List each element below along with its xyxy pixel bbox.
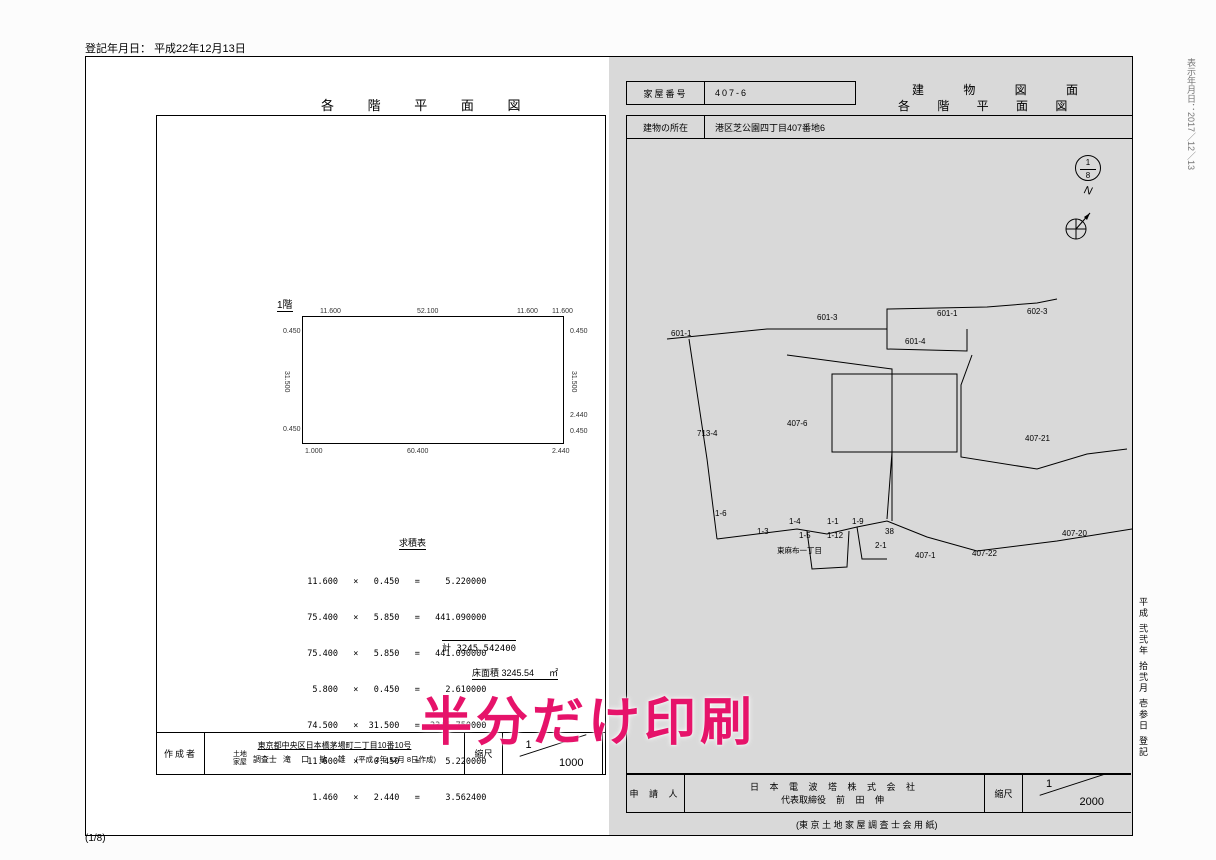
calc-row: 1.460 × 2.440 = 3.562400 xyxy=(297,792,486,804)
calc-row: 11.600 × 0.450 = 5.220000 xyxy=(297,576,486,588)
lot-label: 713-4 xyxy=(697,429,717,438)
scale-value-right: 1 2000 xyxy=(1023,774,1123,812)
floor-area-label: 床面積 xyxy=(472,668,499,678)
lot-label: 1-5 xyxy=(799,531,811,540)
calc-total-label: 計 xyxy=(442,644,451,654)
surveyor-prefix: 土地 家屋 xyxy=(233,751,247,767)
calc-total: 計 3245.542400 xyxy=(442,640,516,654)
location-value: 港区芝公園四丁目407番地6 xyxy=(705,116,1132,138)
scale-label-right: 縮尺 xyxy=(985,774,1023,812)
page-circle-num: 1 xyxy=(1076,157,1100,169)
scale-label-left: 縮尺 xyxy=(465,733,503,774)
lot-label: 1-9 xyxy=(852,517,864,526)
applicant-company: 日 本 電 波 塔 株 式 会 社 xyxy=(750,780,919,793)
dim-right-mid: 31.500 xyxy=(570,371,577,392)
right-column: 建 物 図 面 各 階 平 面 図 家屋番号 407-6 建物の所在 港区芝公園… xyxy=(626,57,1132,835)
side-print-date: 表示年月日：2017／12／13 xyxy=(1185,58,1198,170)
dim-left-bot: 0.450 xyxy=(283,426,301,433)
side-registration-text: 平成 弐弐年 拾弐月 壱参日 登記 xyxy=(1137,597,1150,758)
north-label: N xyxy=(1083,184,1094,198)
right-title-1: 建 物 図 面 xyxy=(912,81,1096,98)
lot-label: 1-4 xyxy=(789,517,801,526)
right-footer: 申 請 人 日 本 電 波 塔 株 式 会 社 代表取締役 前 田 伸 縮尺 1… xyxy=(626,773,1131,813)
lot-label: 407-6 xyxy=(787,419,807,428)
page-number: (1/8) xyxy=(85,833,106,844)
rep-name: 前 田 伸 xyxy=(836,795,888,805)
page-circle: 1 8 xyxy=(1075,155,1101,181)
calc-table: 11.600 × 0.450 = 5.220000 75.400 × 5.850… xyxy=(297,552,486,828)
dim-left-mid: 31.500 xyxy=(283,371,290,392)
applicant-info: 日 本 電 波 塔 株 式 会 社 代表取締役 前 田 伸 xyxy=(685,774,985,812)
dim-bot-right: 2.440 xyxy=(552,448,570,455)
house-number-box: 家屋番号 407-6 xyxy=(626,81,856,105)
lot-label: 601-3 xyxy=(817,313,837,322)
location-label: 建物の所在 xyxy=(627,116,705,138)
floor-label: 1階 xyxy=(277,296,293,312)
lot-label: 407-22 xyxy=(972,549,997,558)
location-box: 建物の所在 港区芝公園四丁目407番地6 xyxy=(626,115,1132,139)
floor-area-unit: ㎡ xyxy=(549,668,558,678)
lot-label: 407-21 xyxy=(1025,434,1050,443)
left-title: 各 階 平 面 図 xyxy=(321,95,535,114)
dim-bot-left: 1.000 xyxy=(305,448,323,455)
author-label: 作成者 xyxy=(157,733,205,774)
surveyor-label: 調査士 xyxy=(253,754,277,765)
dim-bot-main: 60.400 xyxy=(407,448,428,455)
lot-label: 38 xyxy=(885,527,894,536)
reg-date-label: 登記年月日： xyxy=(85,43,151,55)
compass-icon: N xyxy=(1056,209,1096,252)
right-drawing-area: 1 8 N xyxy=(626,139,1131,775)
lot-label: 602-3 xyxy=(1027,307,1047,316)
left-drawing-area: 1階 11.600 52.100 11.600 11.600 0.450 0.4… xyxy=(156,115,606,775)
lot-label: 601-4 xyxy=(905,337,925,346)
area-label: 東麻布一丁目 xyxy=(777,545,822,556)
dim-right-top: 0.450 xyxy=(570,328,588,335)
dim-tr2: 11.600 xyxy=(552,308,573,315)
lot-label: 2-1 xyxy=(875,541,887,550)
left-footer: 作成者 東京都中央区日本橋茅場町二丁目10番10号 土地 家屋 調査士 滝 口 … xyxy=(157,732,605,774)
surveyor-name: 滝 口 敏 雄 xyxy=(283,754,350,765)
lot-map xyxy=(627,259,1132,759)
dim-top-right: 52.100 xyxy=(417,308,438,315)
dim-right-bot2: 0.450 xyxy=(570,428,588,435)
calc-row: 5.800 × 0.450 = 2.610000 xyxy=(297,684,486,696)
lot-label: 1-12 xyxy=(827,531,843,540)
house-number-value: 407-6 xyxy=(705,82,855,104)
floor-area-value: 3245.54 xyxy=(502,668,535,678)
lot-label: 407-20 xyxy=(1062,529,1087,538)
reg-date-value: 平成22年12月13日 xyxy=(154,43,246,55)
dim-top-left: 11.600 xyxy=(320,308,341,315)
lot-label: 1-6 xyxy=(715,509,727,518)
dim-left-top: 0.450 xyxy=(283,328,301,335)
author-address: 東京都中央区日本橋茅場町二丁目10番10号 xyxy=(258,740,412,751)
lot-label: 1-3 xyxy=(757,527,769,536)
rep-title: 代表取締役 xyxy=(781,795,826,805)
created-date: (平成 2年 12月 8日作成) xyxy=(356,754,436,765)
page-circle-den: 8 xyxy=(1076,170,1100,182)
floor-area: 床面積 3245.54 ㎡ xyxy=(472,666,558,680)
lot-label: 601-1 xyxy=(937,309,957,318)
lot-label: 407-1 xyxy=(915,551,935,560)
right-title-2: 各 階 平 面 図 xyxy=(898,97,1079,114)
house-number-label: 家屋番号 xyxy=(627,82,705,104)
dim-tr1: 11.600 xyxy=(517,308,538,315)
lot-label: 1-1 xyxy=(827,517,839,526)
floor-plan-rect xyxy=(302,316,564,444)
applicant-label: 申 請 人 xyxy=(627,774,685,812)
calc-row: 75.400 × 5.850 = 441.090000 xyxy=(297,612,486,624)
dim-right-bot1: 2.440 xyxy=(570,412,588,419)
scale-num: 1 xyxy=(526,739,532,751)
calc-row: 74.500 × 31.500 = 2346.750000 xyxy=(297,720,486,732)
scale-den: 1000 xyxy=(559,757,583,769)
scale-num: 1 xyxy=(1046,778,1052,790)
calc-table-title: 求積表 xyxy=(399,536,426,550)
calc-total-value: 3245.542400 xyxy=(456,644,516,654)
author-info: 東京都中央区日本橋茅場町二丁目10番10号 土地 家屋 調査士 滝 口 敏 雄 … xyxy=(205,733,465,774)
lot-label: 601-1 xyxy=(671,329,691,338)
document-frame: 各 階 平 面 図 1階 11.600 52.100 11.600 11.600… xyxy=(85,56,1133,836)
scale-value-left: 1 1000 xyxy=(503,733,603,774)
form-note: (東 京 土 地 家 屋 調 査 士 会 用 紙) xyxy=(796,818,938,831)
scale-den: 2000 xyxy=(1080,796,1104,808)
